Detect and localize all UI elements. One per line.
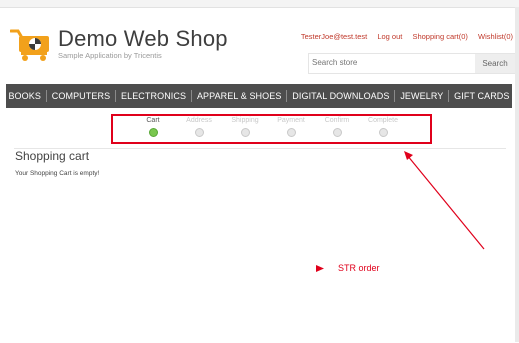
annotation-label: STR order: [338, 263, 380, 273]
menu-item-books[interactable]: BOOKS: [8, 91, 41, 101]
header-links: TesterJoe@test.test Log out Shopping car…: [293, 32, 513, 41]
menu-separator: [286, 90, 288, 102]
account-link[interactable]: TesterJoe@test.test: [301, 32, 367, 41]
top-menu: BOOKS COMPUTERS ELECTRONICS APPAREL & SH…: [6, 84, 512, 108]
logo-title[interactable]: Demo Web Shop: [58, 26, 228, 52]
menu-separator: [191, 90, 193, 102]
menu-separator: [115, 90, 117, 102]
menu-separator: [448, 90, 450, 102]
wishlist-link[interactable]: Wishlist(0): [478, 32, 513, 41]
page: Demo Web Shop Sample Application by Tric…: [0, 7, 519, 343]
search-button[interactable]: Search: [475, 54, 515, 73]
shopping-cart-link[interactable]: Shopping cart(0): [412, 32, 467, 41]
empty-cart-message: Your Shopping Cart is empty!: [15, 170, 100, 177]
annotation-highlight-box: [111, 114, 432, 144]
window-edge: [515, 7, 519, 342]
search-box: Search: [308, 53, 516, 74]
menu-item-jewelry[interactable]: JEWELRY: [400, 91, 443, 101]
page-title: Shopping cart: [15, 149, 90, 163]
menu-item-electronics[interactable]: ELECTRONICS: [121, 91, 186, 101]
menu-item-digital-downloads[interactable]: DIGITAL DOWNLOADS: [292, 91, 389, 101]
logo-subtitle: Sample Application by Tricentis: [58, 51, 162, 60]
menu-separator: [394, 90, 396, 102]
logout-link[interactable]: Log out: [377, 32, 402, 41]
menu-item-computers[interactable]: COMPUTERS: [52, 91, 110, 101]
shopping-cart-icon[interactable]: [10, 28, 52, 62]
menu-separator: [45, 90, 47, 102]
menu-item-gift-cards[interactable]: GIFT CARDS: [454, 91, 509, 101]
menu-item-apparel-shoes[interactable]: APPAREL & SHOES: [197, 91, 282, 101]
search-input[interactable]: [309, 54, 472, 71]
